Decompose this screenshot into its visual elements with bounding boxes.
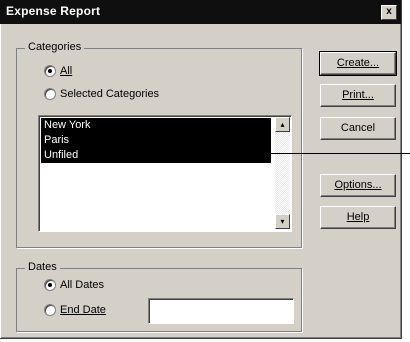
print-button[interactable]: Print... bbox=[320, 84, 396, 107]
radio-all-indicator[interactable] bbox=[44, 65, 56, 77]
callout-line bbox=[266, 153, 410, 154]
close-icon: x bbox=[386, 6, 392, 17]
end-date-input[interactable] bbox=[148, 298, 294, 324]
cancel-button[interactable]: Cancel bbox=[320, 117, 396, 140]
options-button[interactable]: Options... bbox=[320, 174, 396, 197]
radio-end-date-label: End Date bbox=[60, 304, 106, 316]
radio-selected-categories[interactable]: Selected Categories bbox=[44, 88, 159, 100]
radio-all-label: All bbox=[60, 65, 73, 77]
list-item[interactable]: Paris bbox=[41, 133, 271, 148]
radio-all-dates-indicator[interactable] bbox=[44, 279, 56, 291]
create-button[interactable]: Create... bbox=[319, 51, 397, 76]
options-button-label: Options... bbox=[334, 179, 382, 191]
title-bar[interactable]: Expense Report x bbox=[0, 0, 401, 24]
radio-all-dates[interactable]: All Dates bbox=[44, 279, 104, 291]
scroll-up-button[interactable]: ▴ bbox=[275, 117, 290, 132]
categories-group-label: Categories bbox=[25, 41, 85, 53]
scroll-down-button[interactable]: ▾ bbox=[275, 214, 290, 229]
help-button-label: Help bbox=[346, 211, 370, 223]
radio-end-date-indicator[interactable] bbox=[44, 304, 56, 316]
radio-selected-label: Selected Categories bbox=[60, 88, 160, 100]
dates-group-label: Dates bbox=[25, 261, 60, 273]
close-button[interactable]: x bbox=[381, 5, 397, 20]
create-button-label: Create... bbox=[336, 57, 380, 69]
radio-all-dates-label: All Dates bbox=[60, 279, 105, 291]
scroll-up-arrow-icon: ▴ bbox=[280, 120, 285, 129]
radio-selected-indicator[interactable] bbox=[44, 88, 56, 100]
window-title: Expense Report bbox=[6, 4, 101, 18]
categories-listbox[interactable]: New York Paris Unfiled ▴ ▾ bbox=[38, 115, 292, 232]
expense-report-dialog: Expense Report x Categories All Selected… bbox=[0, 0, 402, 339]
category-list: New York Paris Unfiled bbox=[41, 118, 271, 163]
cancel-button-label: Cancel bbox=[340, 122, 376, 134]
scroll-down-arrow-icon: ▾ bbox=[280, 217, 285, 226]
radio-end-date[interactable]: End Date bbox=[44, 304, 106, 316]
print-button-label: Print... bbox=[342, 89, 374, 101]
radio-all[interactable]: All bbox=[44, 65, 72, 77]
list-item[interactable]: Unfiled bbox=[41, 148, 271, 163]
help-button[interactable]: Help bbox=[320, 206, 396, 229]
listbox-scrollbar[interactable]: ▴ ▾ bbox=[275, 117, 290, 229]
list-item[interactable]: New York bbox=[41, 118, 271, 133]
